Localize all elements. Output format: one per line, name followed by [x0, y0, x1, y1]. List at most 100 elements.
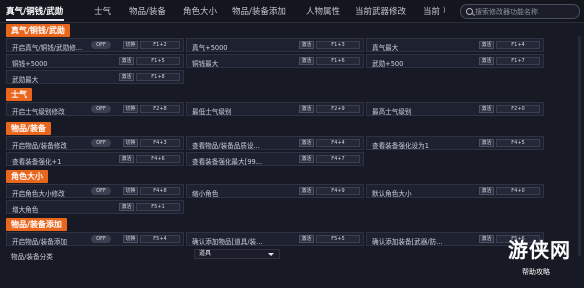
cheat-row: 最低士气级别 激活 F2+9: [186, 102, 364, 116]
switch-button[interactable]: 切换: [123, 187, 138, 195]
tab-bar: 真气/铜钱/武勋 士气 物品/装备 角色大小 物品/装备添加 人物属性 当前武器…: [0, 0, 584, 23]
activate-button[interactable]: 激活: [119, 203, 134, 211]
switch-button[interactable]: 切换: [123, 139, 138, 147]
hotkey-badge[interactable]: F4+9: [316, 187, 360, 195]
cheat-row: 开启物品/装备修改 OFF 切换 F4+3: [6, 136, 184, 150]
activate-button[interactable]: 激活: [299, 155, 314, 163]
scrollbar[interactable]: [578, 36, 581, 256]
tab-character-attributes[interactable]: 人物属性: [306, 5, 340, 17]
activate-button[interactable]: 激活: [299, 105, 314, 113]
activate-button[interactable]: 激活: [479, 187, 494, 195]
tab-current-weapon[interactable]: 当前武器修改: [355, 5, 406, 17]
hotkey-badge[interactable]: F4+7: [316, 155, 360, 163]
activate-button[interactable]: 激活: [299, 41, 314, 49]
switch-button[interactable]: 切换: [123, 235, 138, 243]
activate-button[interactable]: 激活: [299, 235, 314, 243]
hotkey-badge[interactable]: F5+4: [140, 235, 180, 243]
cheat-label: 最高士气级别: [372, 108, 412, 116]
category-select[interactable]: 道具: [194, 249, 280, 259]
toggle-switch[interactable]: OFF: [91, 235, 111, 243]
cheat-row: 查看装备强化+1 激活 F4+6: [6, 152, 184, 166]
cheat-label: 确认添加物品[道具/装...: [192, 238, 263, 246]
watermark-title: 游侠网: [508, 238, 571, 262]
cheat-label: 确认添加装备[武器/防...: [372, 238, 443, 246]
hotkey-badge[interactable]: F4+8: [140, 187, 180, 195]
hotkey-badge[interactable]: F4+0: [496, 187, 540, 195]
cheat-row: 确认添加物品[道具/装... 激活 F5+5: [186, 232, 364, 246]
activate-button[interactable]: 激活: [299, 187, 314, 195]
cheat-label: 缩小角色: [192, 190, 219, 198]
hotkey-badge[interactable]: F2+8: [140, 105, 180, 113]
hotkey-badge[interactable]: F1+5: [136, 57, 180, 65]
activate-button[interactable]: 激活: [479, 57, 494, 65]
tab-items-equipment[interactable]: 物品/装备: [129, 5, 166, 17]
hotkey-badge[interactable]: F4+5: [496, 139, 540, 147]
cheat-row: 开启士气级别修改 OFF 切换 F2+8: [6, 102, 184, 116]
hotkey-badge[interactable]: F1+8: [136, 73, 180, 81]
cheat-row: 查看装备强化设为1 激活 F4+5: [366, 136, 544, 150]
cheat-label: 查看装备强化+1: [12, 158, 62, 166]
toggle-switch[interactable]: OFF: [91, 139, 111, 147]
hotkey-badge[interactable]: F2+9: [316, 105, 360, 113]
search-input[interactable]: [475, 5, 575, 18]
search-box[interactable]: [460, 4, 580, 19]
category-select-value: 道具: [199, 250, 212, 257]
activate-button[interactable]: 激活: [119, 57, 134, 65]
activate-button[interactable]: 激活: [299, 139, 314, 147]
activate-button[interactable]: 激活: [479, 105, 494, 113]
cheat-row: 查看装备强化最大[99... 激活 F4+7: [186, 152, 364, 166]
tab-add-items[interactable]: 物品/装备添加: [232, 5, 286, 17]
cheat-row: 开启真气/铜钱/武勋修... OFF 切换 F1+2: [6, 38, 184, 52]
cheat-row: 真气最大 激活 F1+4: [366, 38, 544, 52]
hotkey-badge[interactable]: F4+6: [136, 155, 180, 163]
cheat-label: 武勋最大: [12, 76, 39, 84]
cheat-row: 缩小角色 激活 F4+9: [186, 184, 364, 198]
hotkey-badge[interactable]: F1+7: [496, 57, 540, 65]
cheat-label: 默认角色大小: [372, 190, 412, 198]
tab-morale[interactable]: 士气: [94, 5, 111, 17]
switch-button[interactable]: 切换: [123, 105, 138, 113]
cheat-row: 武勋最大 激活 F1+8: [6, 70, 184, 84]
watermark-logo: 游侠网 帮助攻略: [508, 234, 580, 284]
hotkey-badge[interactable]: F1+4: [496, 41, 540, 49]
cheat-row: 铜钱最大 激活 F1+6: [186, 54, 364, 68]
activate-button[interactable]: 激活: [119, 155, 134, 163]
toggle-switch[interactable]: OFF: [91, 105, 111, 113]
switch-button[interactable]: 切换: [123, 41, 138, 49]
hotkey-badge[interactable]: F1+3: [316, 41, 360, 49]
cheat-row: 增大角色 激活 F5+1: [6, 200, 184, 214]
hotkey-badge[interactable]: F5+5: [316, 235, 360, 243]
tab-qi-copper-merit[interactable]: 真气/铜钱/武勋: [6, 5, 63, 17]
cheat-label: 开启士气级别修改: [12, 108, 65, 116]
hotkey-badge[interactable]: F1+6: [316, 57, 360, 65]
activate-button[interactable]: 激活: [479, 139, 494, 147]
cheat-label: 真气+5000: [192, 44, 228, 52]
hotkey-badge[interactable]: F2+0: [496, 105, 540, 113]
option-label: 物品/装备分类: [11, 253, 53, 261]
section-header: 物品/装备添加: [6, 218, 67, 231]
activate-button[interactable]: 激活: [479, 235, 494, 243]
search-icon: [466, 8, 473, 15]
cheat-label: 增大角色: [12, 206, 39, 214]
hotkey-badge[interactable]: F5+1: [136, 203, 180, 211]
cheat-label: 铜钱最大: [192, 60, 219, 68]
hotkey-badge[interactable]: F4+4: [316, 139, 360, 147]
cheat-label: 铜钱+5000: [12, 60, 48, 68]
cheat-label: 最低士气级别: [192, 108, 232, 116]
toggle-switch[interactable]: OFF: [91, 41, 111, 49]
tab-scroll-icon[interactable]: ⟩: [443, 6, 446, 14]
toggle-switch[interactable]: OFF: [91, 187, 111, 195]
section-header: 物品/装备: [6, 122, 51, 135]
section-header: 真气/铜钱/武勋: [6, 24, 70, 37]
tab-current-truncated[interactable]: 当前: [423, 5, 440, 17]
watermark-subtitle: 帮助攻略: [522, 268, 550, 276]
cheat-row: 最高士气级别 激活 F2+0: [366, 102, 544, 116]
hotkey-badge[interactable]: F4+3: [140, 139, 180, 147]
activate-button[interactable]: 激活: [119, 73, 134, 81]
cheat-row: 真气+5000 激活 F1+3: [186, 38, 364, 52]
tab-character-size[interactable]: 角色大小: [183, 5, 217, 17]
hotkey-badge[interactable]: F1+2: [140, 41, 180, 49]
activate-button[interactable]: 激活: [479, 41, 494, 49]
activate-button[interactable]: 激活: [299, 57, 314, 65]
section-header: 角色大小: [6, 170, 48, 183]
